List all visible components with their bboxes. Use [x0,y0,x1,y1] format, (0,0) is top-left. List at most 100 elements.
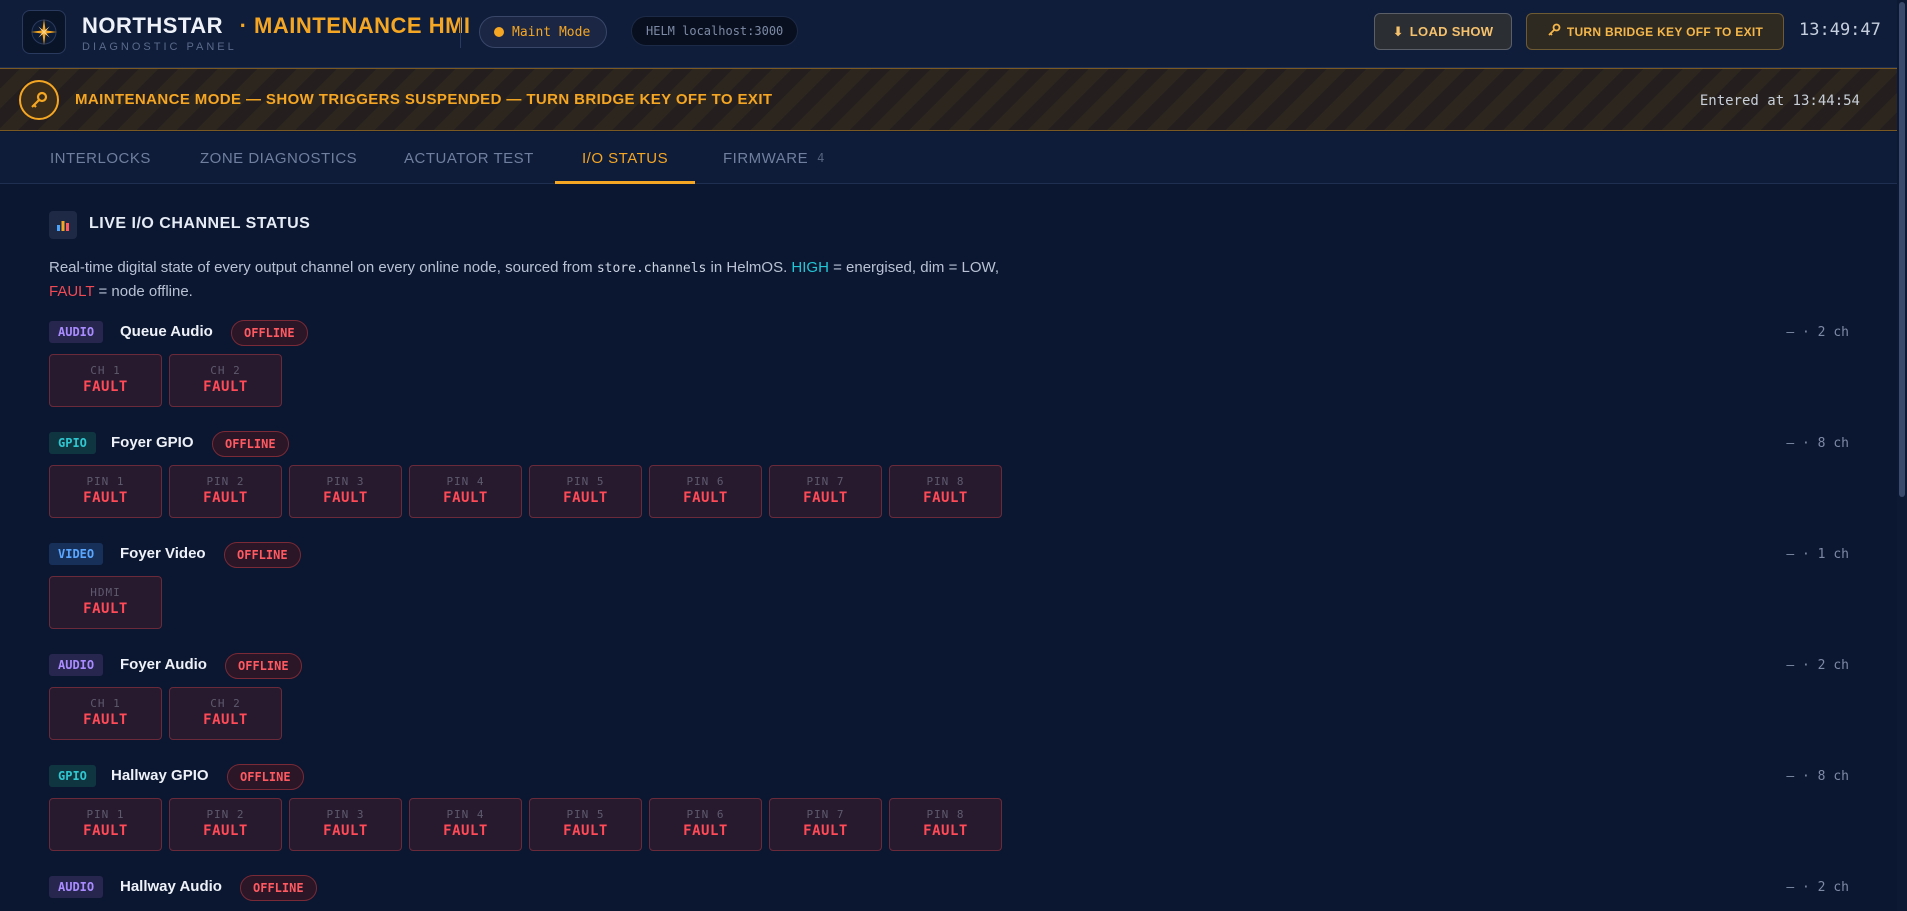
channel-label: PIN 5 [566,475,605,488]
node-name: Hallway GPIO [111,767,209,784]
node-name: Foyer GPIO [111,434,194,451]
channel-chip[interactable]: HDMI FAULT [49,576,162,629]
channel-chip[interactable]: PIN 2 FAULT [169,798,282,851]
channel-chip[interactable]: PIN 4 FAULT [409,465,522,518]
channel-chip[interactable]: CH 1 FAULT [49,354,162,407]
channel-chip[interactable]: PIN 7 FAULT [769,465,882,518]
tab-firmware[interactable]: FIRMWARE 4 [723,132,825,184]
load-show-button[interactable]: ⬇ LOAD SHOW [1374,13,1512,50]
header-divider [460,16,461,48]
channel-label: PIN 5 [566,808,605,821]
channel-chip[interactable]: PIN 1 FAULT [49,798,162,851]
io-node-header: VIDEO Foyer Video OFFLINE — · 1 ch [49,542,1849,568]
io-node-row: GPIO Hallway GPIO OFFLINE — · 8 ch PIN 1 FAUL… [49,764,1849,851]
channel-chip[interactable]: PIN 3 FAULT [289,798,402,851]
tab-interlocks[interactable]: INTERLOCKS [50,132,151,184]
channel-chip[interactable]: PIN 8 FAULT [889,465,1002,518]
desc-code: store.channels [596,261,707,276]
channel-count: — · 1 ch [1786,547,1849,562]
channel-chip[interactable]: PIN 8 FAULT [889,798,1002,851]
channel-label: PIN 8 [926,475,965,488]
channel-value: FAULT [683,823,728,839]
desc-text: Real-time digital state of every output … [49,259,597,276]
bar-chart-icon [49,211,77,239]
channel-chip[interactable]: PIN 4 FAULT [409,798,522,851]
channel-label: CH 2 [210,697,241,710]
channel-value: FAULT [443,823,488,839]
channel-label: PIN 8 [926,808,965,821]
key-icon [19,80,59,120]
scrollbar-thumb[interactable] [1899,2,1905,497]
channel-count: — · 2 ch [1786,658,1849,673]
channel-value: FAULT [923,490,968,506]
node-name: Queue Audio [120,323,213,340]
channel-count: — · 8 ch [1786,769,1849,784]
tab-io-status[interactable]: I/O STATUS [555,132,696,184]
io-node-header: GPIO Hallway GPIO OFFLINE — · 8 ch [49,764,1849,790]
channel-label: HDMI [90,586,121,599]
channel-value: FAULT [803,490,848,506]
channel-chip[interactable]: PIN 5 FAULT [529,798,642,851]
status-badge: OFFLINE [212,431,289,457]
channel-chip[interactable]: CH 2 FAULT [169,687,282,740]
channel-value: FAULT [923,823,968,839]
channel-label: CH 2 [210,364,241,377]
maintenance-entered-time: Entered at 13:44:54 [1699,93,1860,109]
status-badge: OFFLINE [224,542,301,568]
load-show-label: LOAD SHOW [1409,24,1494,39]
mode-label: Maint Mode [512,24,591,40]
exit-maintenance-label: TURN BRIDGE KEY OFF TO EXIT [1566,24,1764,39]
channel-value: FAULT [203,379,248,395]
status-badge: OFFLINE [225,653,302,679]
io-node-row: AUDIO Foyer Audio OFFLINE — · 2 ch CH 1 FAULT… [49,653,1849,740]
channel-label: PIN 7 [806,475,845,488]
section-description: Real-time digital state of every output … [49,256,1039,303]
channel-chip[interactable]: PIN 1 FAULT [49,465,162,518]
desc-text: = node offline. [94,283,193,300]
channel-value: FAULT [323,490,368,506]
node-type-badge: AUDIO [49,321,104,343]
tab-firmware-count: 4 [817,151,825,165]
channel-label: PIN 7 [806,808,845,821]
node-name: Foyer Audio [120,656,207,673]
status-badge: OFFLINE [231,320,308,346]
channel-value: FAULT [203,823,248,839]
channel-chip[interactable]: PIN 2 FAULT [169,465,282,518]
io-node-header: AUDIO Foyer Audio OFFLINE — · 2 ch [49,653,1849,679]
desc-fault-keyword: FAULT [49,283,95,300]
channel-value: FAULT [803,823,848,839]
channel-value: FAULT [443,490,488,506]
channel-chip[interactable]: CH 1 FAULT [49,687,162,740]
channel-label: CH 1 [90,697,121,710]
desc-high-keyword: HIGH [791,259,829,276]
io-node-row: VIDEO Foyer Video OFFLINE — · 1 ch HDMI FAULT [49,542,1849,629]
channel-chip[interactable]: PIN 6 FAULT [649,798,762,851]
io-node-row: GPIO Foyer GPIO OFFLINE — · 8 ch PIN 1 FAULT P… [49,431,1849,518]
node-type-badge: VIDEO [49,543,104,565]
channel-chip[interactable]: PIN 7 FAULT [769,798,882,851]
channel-count: — · 2 ch [1786,325,1849,340]
status-dot-icon [494,27,504,37]
node-type-badge: AUDIO [49,654,104,676]
channel-count: — · 8 ch [1786,436,1849,451]
channel-label: PIN 2 [206,808,245,821]
tab-zone-diagnostics[interactable]: ZONE DIAGNOSTICS [200,132,357,184]
channel-value: FAULT [83,490,128,506]
channel-chip[interactable]: CH 2 FAULT [169,354,282,407]
channel-chip[interactable]: PIN 5 FAULT [529,465,642,518]
tab-actuator-test[interactable]: ACTUATOR TEST [404,132,534,184]
desc-text: = energised, dim = LOW, [828,259,1000,276]
exit-maintenance-button[interactable]: TURN BRIDGE KEY OFF TO EXIT [1526,13,1784,50]
app-header: NORTHSTAR · MAINTENANCE HMI DIAGNOSTIC P… [0,0,1897,68]
io-node-header: AUDIO Queue Audio OFFLINE — · 2 ch [49,320,1849,346]
node-name: Foyer Video [120,545,206,562]
status-badge: OFFLINE [240,875,317,901]
channel-label: PIN 4 [446,808,485,821]
section-title: LIVE I/O CHANNEL STATUS [89,215,311,232]
channel-chip[interactable]: PIN 6 FAULT [649,465,762,518]
io-node-header: AUDIO Hallway Audio OFFLINE — · 2 ch [49,875,1849,901]
channel-chip[interactable]: PIN 3 FAULT [289,465,402,518]
channel-value: FAULT [83,823,128,839]
channel-label: PIN 4 [446,475,485,488]
channel-value: FAULT [683,490,728,506]
